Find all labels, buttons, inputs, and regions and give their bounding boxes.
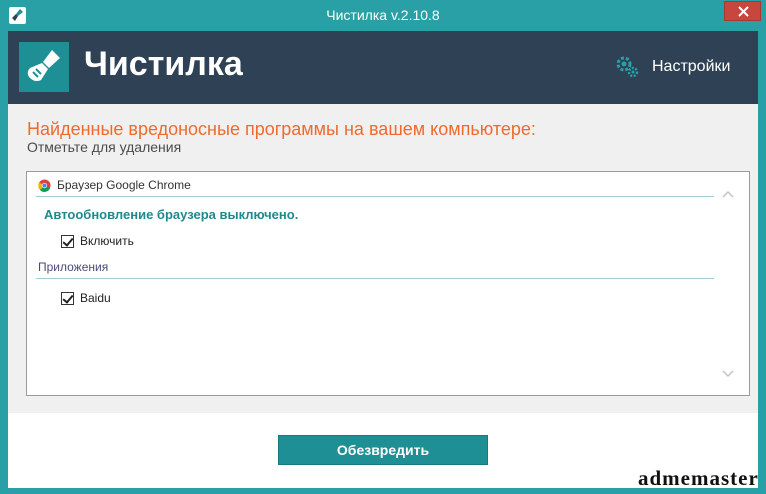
close-icon xyxy=(738,6,749,17)
settings-button[interactable]: Настройки xyxy=(614,53,730,81)
app-window: Чистилка v.2.10.8 Чистилка Настройки Най… xyxy=(0,0,766,494)
neutralize-button[interactable]: Обезвредить xyxy=(278,435,488,465)
checkbox[interactable] xyxy=(61,291,74,305)
app-checkbox-baidu[interactable]: Baidu xyxy=(61,291,111,305)
checkbox-label: Включить xyxy=(80,234,134,248)
scroll-down-arrow[interactable] xyxy=(720,368,736,380)
checkbox[interactable] xyxy=(61,234,74,248)
browser-row: Браузер Google Chrome xyxy=(38,178,191,192)
threat-list[interactable]: Браузер Google Chrome Автообновление бра… xyxy=(26,171,750,396)
apps-section-label: Приложения xyxy=(38,260,109,274)
gear-icon xyxy=(616,56,639,78)
broom-icon xyxy=(19,42,69,92)
warning-text: Автообновление браузера выключено. xyxy=(44,207,299,222)
enable-autoupdate-checkbox[interactable]: Включить xyxy=(61,234,134,248)
browser-label: Браузер Google Chrome xyxy=(57,178,191,192)
watermark: admemaster xyxy=(638,466,759,490)
window-title: Чистилка v.2.10.8 xyxy=(326,7,440,23)
page-subheading: Отметьте для удаления xyxy=(27,139,182,155)
chrome-icon xyxy=(38,179,51,192)
app-header: Чистилка Настройки xyxy=(8,31,758,104)
main-content: Найденные вредоносные программы на вашем… xyxy=(8,104,758,413)
close-button[interactable] xyxy=(724,1,761,21)
scroll-up-arrow[interactable] xyxy=(720,188,736,200)
divider xyxy=(36,196,714,197)
checkbox-label: Baidu xyxy=(80,291,111,305)
settings-label: Настройки xyxy=(652,58,731,75)
divider xyxy=(36,278,714,279)
title-bar: Чистилка v.2.10.8 xyxy=(0,0,766,32)
page-heading: Найденные вредоносные программы на вашем… xyxy=(27,119,536,139)
app-name: Чистилка xyxy=(84,45,243,83)
